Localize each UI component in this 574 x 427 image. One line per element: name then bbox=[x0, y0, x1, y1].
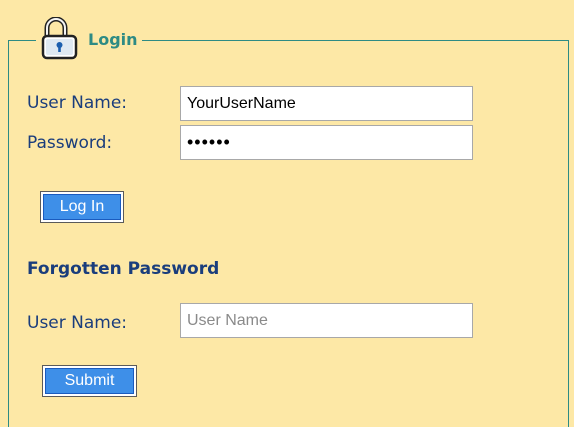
forgotten-password-heading: Forgotten Password bbox=[27, 259, 220, 279]
username-label: User Name: bbox=[27, 93, 128, 113]
login-page: Login User Name: Password: Log In Forgot… bbox=[0, 0, 574, 427]
login-legend-title: Login bbox=[88, 29, 138, 49]
padlock-icon bbox=[41, 17, 78, 60]
password-label: Password: bbox=[27, 133, 113, 153]
login-legend: Login bbox=[36, 16, 142, 62]
submit-button[interactable]: Submit bbox=[45, 368, 134, 394]
forgotten-username-label: User Name: bbox=[27, 313, 128, 333]
password-input[interactable] bbox=[180, 125, 473, 160]
login-button[interactable]: Log In bbox=[43, 194, 121, 220]
forgotten-username-input[interactable] bbox=[180, 303, 473, 338]
login-button-frame: Log In bbox=[40, 191, 124, 223]
submit-button-frame: Submit bbox=[42, 365, 137, 397]
username-input[interactable] bbox=[180, 86, 473, 121]
